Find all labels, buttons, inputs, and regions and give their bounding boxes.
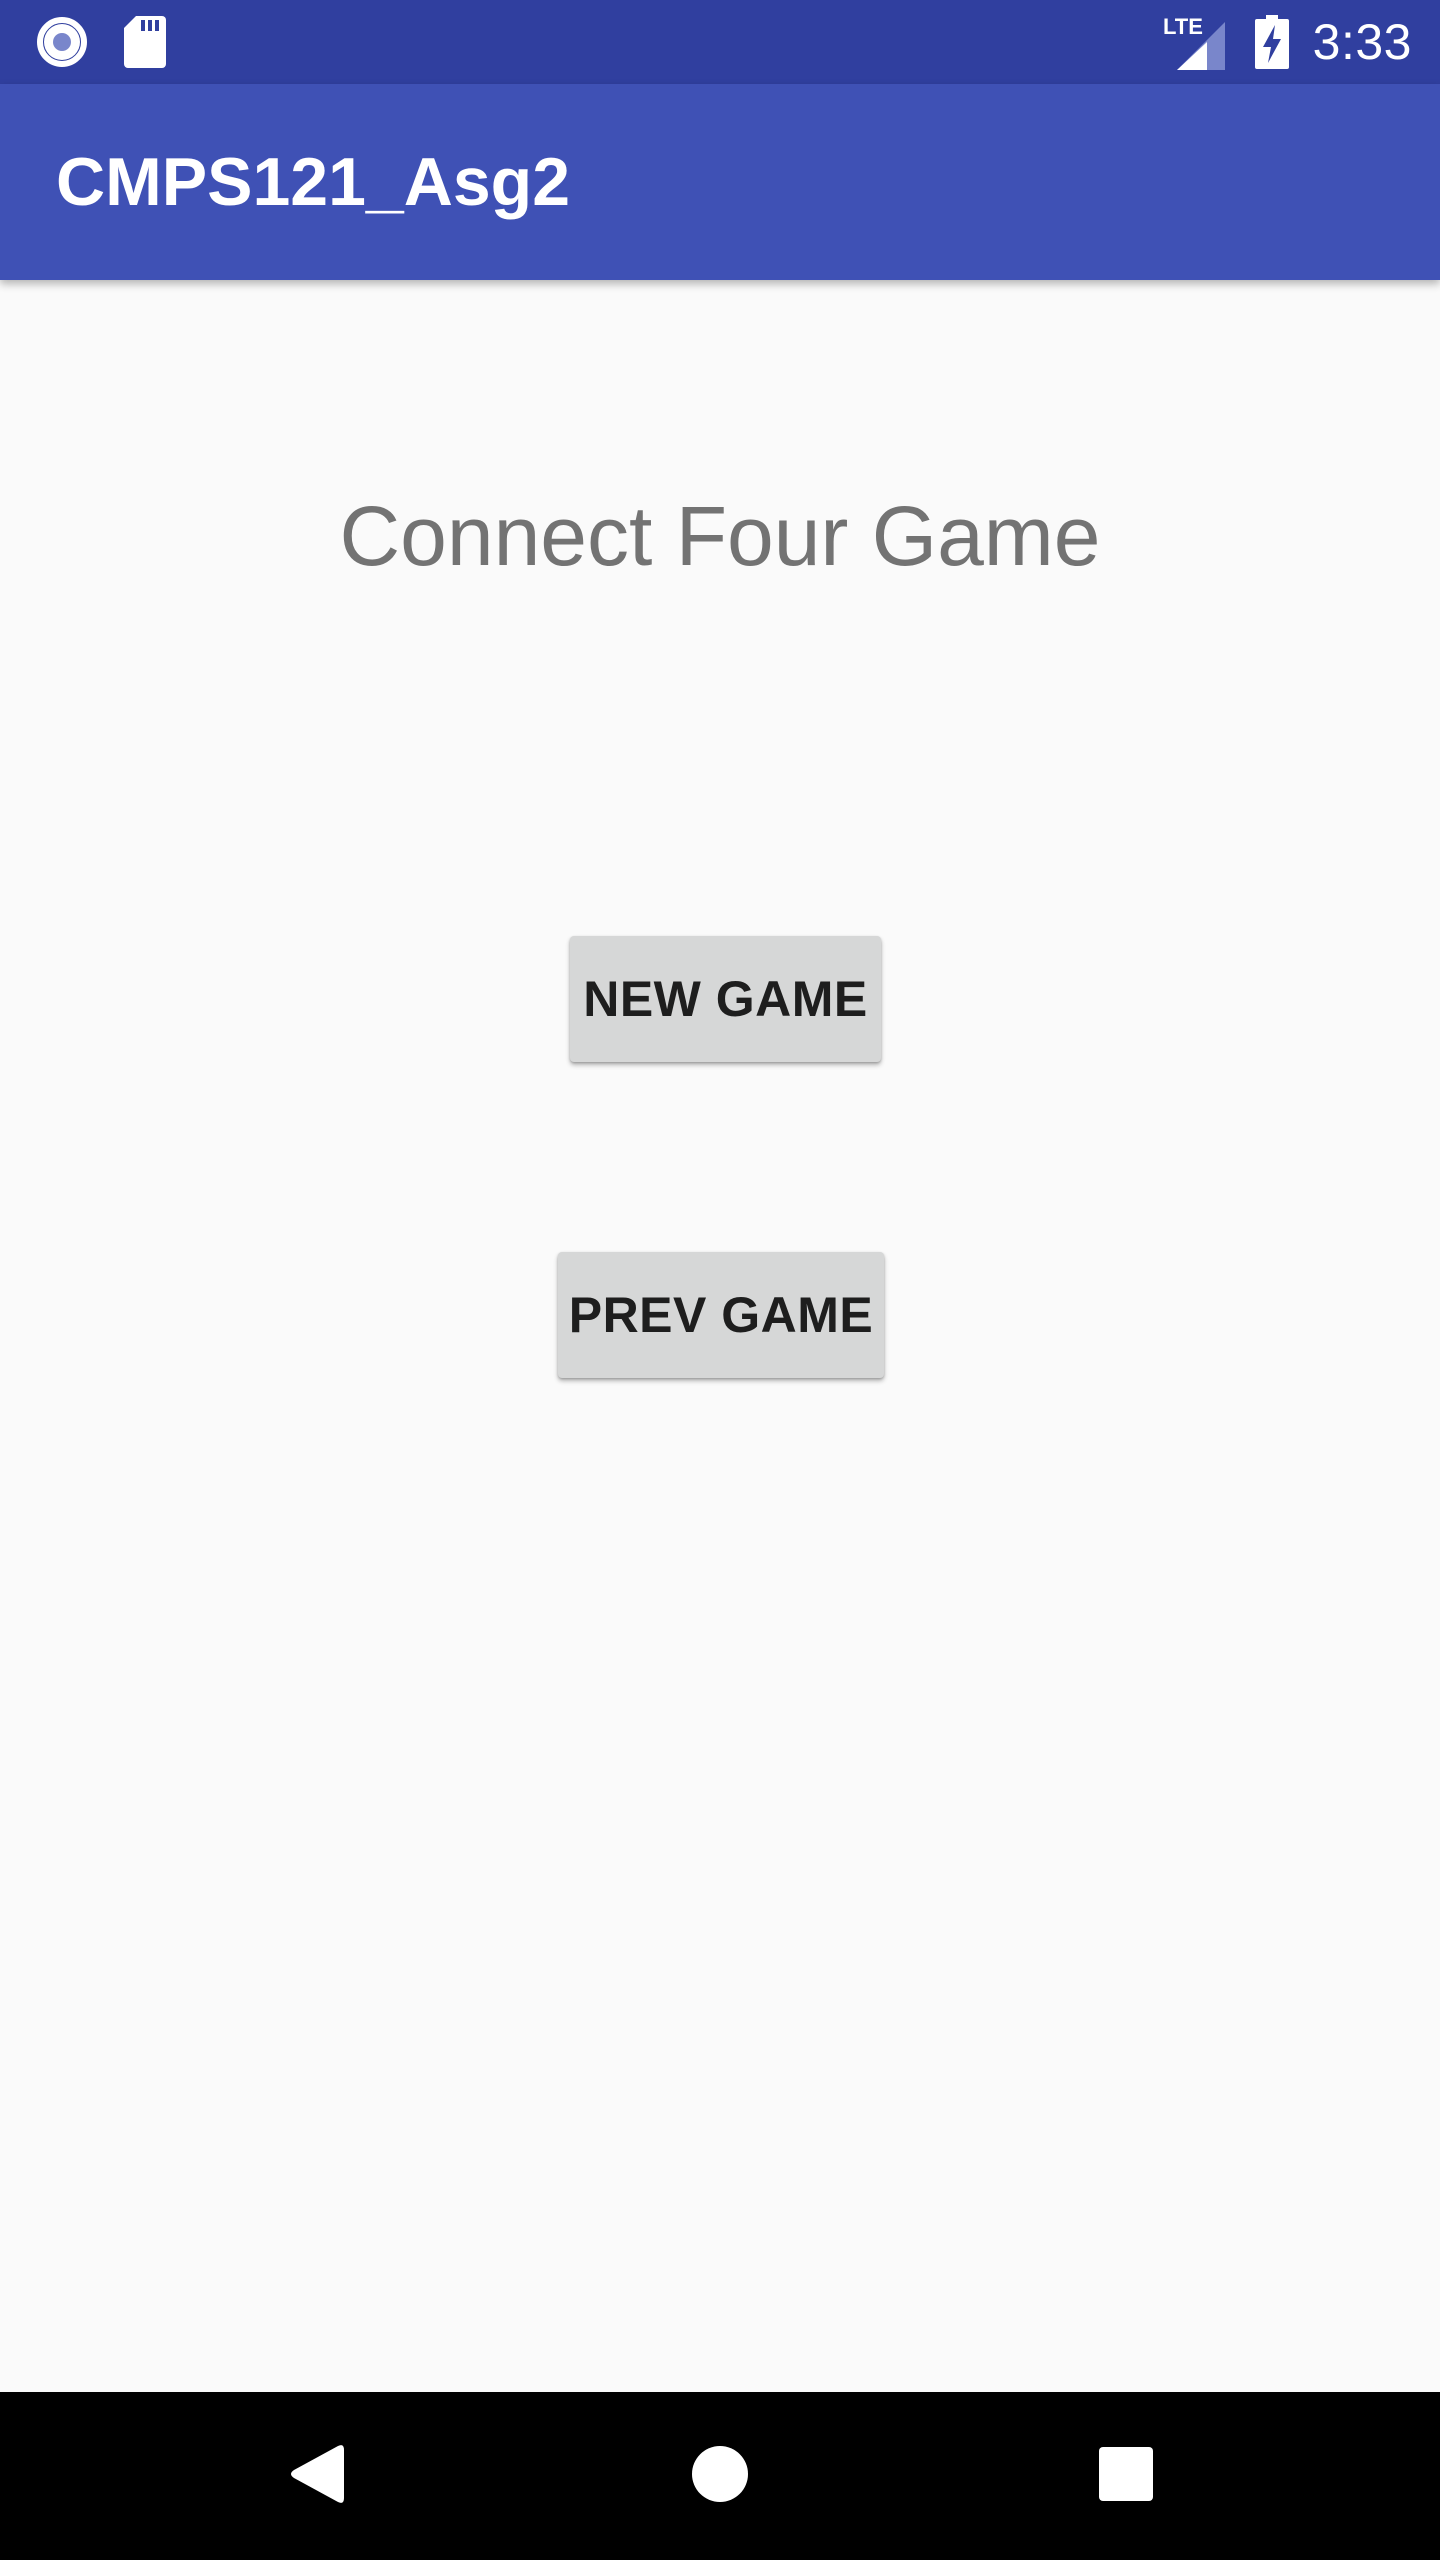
back-icon bbox=[286, 2442, 346, 2511]
status-right-icons: LTE 3:33 bbox=[1163, 0, 1412, 84]
status-bar: LTE 3:33 bbox=[0, 0, 1440, 84]
prev-game-button[interactable]: PREV GAME bbox=[558, 1252, 884, 1378]
status-clock: 3:33 bbox=[1312, 14, 1412, 70]
back-button[interactable] bbox=[256, 2416, 376, 2536]
battery-charging-icon bbox=[1254, 15, 1289, 69]
notification-dot-icon bbox=[36, 16, 88, 68]
navigation-bar bbox=[0, 2392, 1440, 2560]
app-title: CMPS121_Asg2 bbox=[56, 144, 571, 220]
lte-label: LTE bbox=[1163, 14, 1203, 39]
recents-button[interactable] bbox=[1066, 2416, 1186, 2536]
sd-card-icon bbox=[124, 16, 166, 68]
main-content: Connect Four Game NEW GAME PREV GAME bbox=[0, 280, 1440, 2392]
new-game-button[interactable]: NEW GAME bbox=[570, 936, 881, 1062]
app-screen: LTE 3:33 CMPS121_Asg2 Connect Four Game … bbox=[0, 0, 1440, 2560]
home-button[interactable] bbox=[660, 2416, 780, 2536]
home-icon bbox=[690, 2444, 750, 2509]
page-title: Connect Four Game bbox=[339, 489, 1101, 583]
app-bar: CMPS121_Asg2 bbox=[0, 84, 1440, 280]
status-left-icons bbox=[36, 0, 166, 84]
recents-icon bbox=[1099, 2446, 1153, 2506]
lte-signal-icon: LTE bbox=[1163, 14, 1231, 70]
